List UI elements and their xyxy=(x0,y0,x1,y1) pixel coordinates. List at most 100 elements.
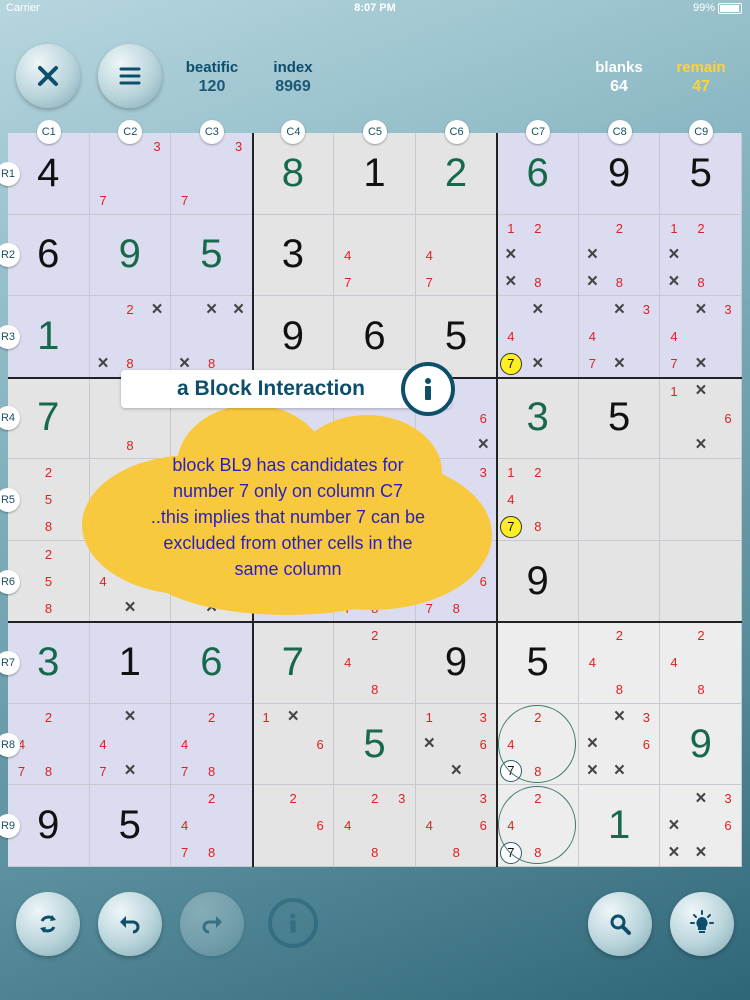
undo-button[interactable] xyxy=(98,892,162,956)
cell-r2c8[interactable]: 2 × × 8 xyxy=(578,214,661,297)
cell-r7c4[interactable]: 7 xyxy=(252,622,335,704)
redo-button[interactable] xyxy=(180,892,244,956)
cell-r1c8[interactable]: 9 xyxy=(578,133,661,215)
cell-r8c3[interactable]: 2 4 7 8 xyxy=(171,703,253,786)
candidate: 8 xyxy=(697,682,705,698)
column-label[interactable]: C3 xyxy=(199,120,224,144)
cell-r9c3[interactable]: 2 4 7 8 xyxy=(171,785,253,867)
cell-r9c4[interactable]: 26 xyxy=(252,785,335,867)
cell-r6c9[interactable] xyxy=(660,540,742,623)
cell-r1c7[interactable]: 6 xyxy=(497,133,579,215)
cell-r6c1[interactable]: 2 5 8 xyxy=(8,540,90,623)
cell-r3c3[interactable]: × × × 8 xyxy=(171,296,253,378)
column-label[interactable]: C6 xyxy=(444,120,469,144)
explanation-line-1: block BL9 has candidates for xyxy=(172,455,404,475)
candidate: 3 xyxy=(642,709,650,725)
candidate: 2 xyxy=(44,709,53,725)
close-button[interactable] xyxy=(16,44,80,108)
cell-r3c2[interactable]: 2 × × 8 xyxy=(89,296,172,378)
cell-r5c1[interactable]: 2 5 8 xyxy=(8,459,90,541)
cell-r2c7[interactable]: 1 2 × × 8 xyxy=(497,214,579,297)
cell-r9c6[interactable]: 3 4 6 8 xyxy=(415,785,498,867)
cell-r7c8[interactable]: 2 4 8 xyxy=(578,622,661,704)
cell-r2c5[interactable]: 47 xyxy=(334,214,416,297)
cell-r5c8[interactable] xyxy=(578,459,661,541)
beatific-value: 120 xyxy=(198,78,226,95)
cell-r2c2[interactable]: 9 xyxy=(89,214,172,297)
candidate: 4 xyxy=(180,818,189,834)
cell-r8c2[interactable]: × 4 7 × xyxy=(89,703,172,786)
cell-r1c2[interactable]: 37 xyxy=(89,133,172,215)
battery-percent: 99% xyxy=(692,2,715,14)
column-label[interactable]: C8 xyxy=(607,120,632,144)
cell-r3c8[interactable]: × 3 4 7 × xyxy=(578,296,661,378)
battery-icon xyxy=(718,2,742,14)
cell-r4c1[interactable]: 7 xyxy=(8,377,90,460)
cell-r8c8[interactable]: × 3 × 6 × × xyxy=(578,703,661,786)
cell-r8c9[interactable]: 9 xyxy=(660,703,742,786)
cell-r7c5[interactable]: 2 4 8 xyxy=(334,622,416,704)
cell-r7c2[interactable]: 1 xyxy=(89,622,172,704)
cell-r4c7[interactable]: 3 xyxy=(497,377,579,460)
column-label[interactable]: C5 xyxy=(363,120,387,144)
cell-r1c3[interactable]: 37 xyxy=(171,133,253,215)
battery-indicator: 99% xyxy=(693,2,742,14)
cell-r6c7[interactable]: 9 xyxy=(497,540,579,623)
column-label[interactable]: C1 xyxy=(36,120,61,144)
cell-r3c5[interactable]: 6 xyxy=(334,296,416,378)
cell-r3c7[interactable]: × 4 7 × xyxy=(497,296,579,378)
candidate: 4 xyxy=(344,655,352,671)
eliminated-candidate-icon: × xyxy=(206,298,218,320)
cell-r3c4[interactable]: 9 xyxy=(252,296,335,378)
cell-r3c1[interactable]: 1 xyxy=(8,296,90,378)
cell-r1c1[interactable]: 4 xyxy=(8,133,90,215)
explanation-line-3: ..this implies that number 7 can be xyxy=(150,507,426,527)
cell-r1c4[interactable]: 8 xyxy=(252,133,335,215)
cell-value: 2 xyxy=(444,150,468,195)
cell-r8c7[interactable]: 2478 xyxy=(497,703,579,786)
cell-r7c7[interactable]: 5 xyxy=(497,622,579,704)
close-x-icon xyxy=(38,66,58,86)
clock: 8:07 PM xyxy=(354,2,396,14)
hint-button[interactable] xyxy=(670,892,734,956)
cell-r7c9[interactable]: 2 4 8 xyxy=(660,622,742,704)
search-button[interactable] xyxy=(588,892,652,956)
info-button[interactable] xyxy=(268,898,318,948)
cell-r9c8[interactable]: 1 xyxy=(578,785,661,867)
cell-r7c1[interactable]: 3 xyxy=(8,622,90,704)
cell-r9c1[interactable]: 9 xyxy=(8,785,90,867)
cell-r7c6[interactable]: 9 xyxy=(415,622,498,704)
cell-r8c1[interactable]: 2478 xyxy=(8,703,90,786)
cell-r3c9[interactable]: × 3 4 7 × xyxy=(660,296,742,378)
candidate: 2 xyxy=(534,220,542,236)
cell-r5c7[interactable]: 1 2 4 78 xyxy=(497,459,579,541)
cell-r1c9[interactable]: 5 xyxy=(660,133,742,215)
cell-r1c6[interactable]: 2 xyxy=(415,133,498,215)
cell-r2c4[interactable]: 3 xyxy=(252,214,335,297)
cell-r8c6[interactable]: 1 3 × 6 × xyxy=(415,703,498,786)
menu-button[interactable] xyxy=(98,44,162,108)
cell-r2c9[interactable]: 1 2 × × 8 xyxy=(660,214,742,297)
cell-r9c9[interactable]: × 3 × 6 × × xyxy=(660,785,742,867)
popup-info-button[interactable] xyxy=(401,362,455,416)
cell-r9c2[interactable]: 5 xyxy=(89,785,172,867)
cell-r2c1[interactable]: 6 xyxy=(8,214,90,297)
cell-r4c9[interactable]: 1 × 6 × xyxy=(660,377,742,460)
cell-r4c8[interactable]: 5 xyxy=(578,377,661,460)
cell-value: 9 xyxy=(281,313,305,358)
column-label[interactable]: C7 xyxy=(526,120,551,144)
cell-r9c5[interactable]: 2 3 4 8 xyxy=(334,785,416,867)
lightbulb-icon xyxy=(690,910,714,933)
candidate: 4 xyxy=(507,492,515,508)
cell-r8c5[interactable]: 5 xyxy=(334,703,416,786)
cell-r5c9[interactable] xyxy=(660,459,742,541)
cell-r6c8[interactable] xyxy=(578,540,661,623)
cell-r7c3[interactable]: 6 xyxy=(171,622,253,704)
refresh-button[interactable] xyxy=(16,892,80,956)
candidate: 2 xyxy=(615,628,623,644)
cell-r1c5[interactable]: 1 xyxy=(334,133,416,215)
cell-r8c4[interactable]: 1 × 6 xyxy=(252,703,335,786)
cell-r2c6[interactable]: 47 xyxy=(415,214,498,297)
cell-r2c3[interactable]: 5 xyxy=(171,214,253,297)
cell-r9c7[interactable]: 2478 xyxy=(497,785,579,867)
